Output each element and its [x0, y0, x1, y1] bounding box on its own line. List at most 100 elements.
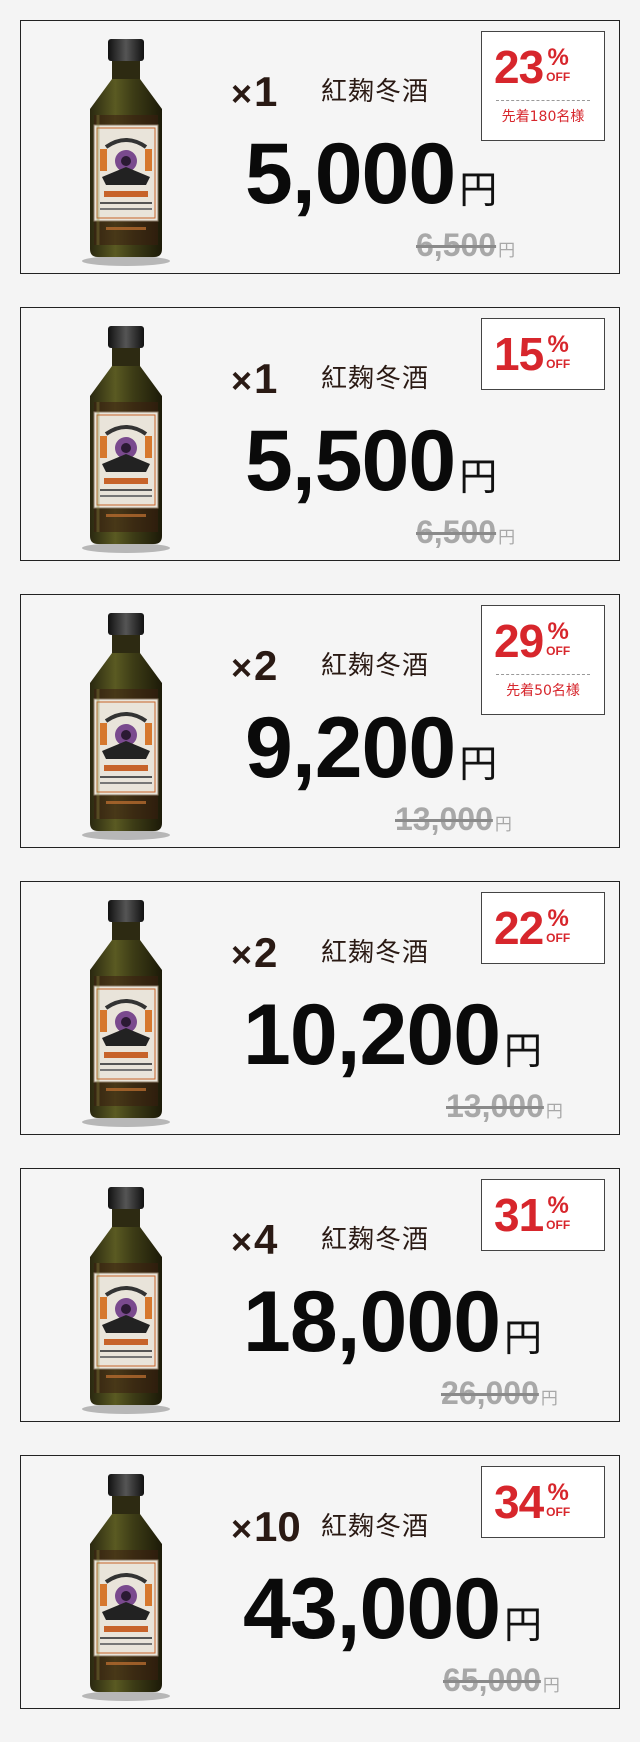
- off-label: OFF: [546, 1218, 571, 1232]
- quantity: ×10: [231, 1506, 301, 1548]
- quantity: ×2: [231, 932, 277, 974]
- bottle-image: [76, 896, 176, 1128]
- sale-price: 43,000 円: [243, 1566, 542, 1652]
- times-sign: ×: [231, 1508, 253, 1549]
- bottle-image: [76, 1183, 176, 1415]
- quantity-value: 10: [254, 1503, 301, 1550]
- discount-badge: 22% OFF: [481, 892, 605, 964]
- product-name: 紅麹冬酒: [321, 364, 430, 394]
- offer-card[interactable]: ×2 紅麹冬酒 9,200 円 13,000 円 29% OFF 先着50名様: [20, 594, 620, 848]
- yen-unit: 円: [504, 1029, 543, 1073]
- bottle-svg: [82, 613, 170, 840]
- original-price-value: 65,000: [443, 1662, 541, 1698]
- quantity-value: 2: [254, 929, 278, 976]
- sale-price: 10,200 円: [243, 992, 542, 1078]
- badge-divider: [496, 674, 590, 675]
- offer-card[interactable]: ×4 紅麹冬酒 18,000 円 26,000 円 31% OFF: [20, 1168, 620, 1422]
- sale-price-value: 5,500: [245, 413, 456, 509]
- discount-badge: 31% OFF: [481, 1179, 605, 1251]
- discount-row: 29% OFF: [494, 618, 570, 664]
- discount-value: 22: [494, 902, 544, 954]
- times-sign: ×: [231, 360, 253, 401]
- quantity: ×2: [231, 645, 277, 687]
- off-label: OFF: [546, 931, 571, 945]
- discount-row: 31% OFF: [494, 1192, 570, 1238]
- quantity-value: 1: [254, 355, 278, 402]
- percent-sign: %: [547, 44, 569, 71]
- bottle-image: [76, 609, 176, 841]
- off-label: OFF: [546, 1505, 571, 1519]
- original-yen-unit: 円: [494, 815, 512, 835]
- discount-value: 23: [494, 41, 544, 93]
- original-price-value: 6,500: [416, 227, 497, 263]
- original-yen-unit: 円: [540, 1389, 558, 1409]
- original-yen-unit: 円: [498, 528, 516, 548]
- sale-price: 9,200 円: [245, 705, 497, 791]
- original-price: 26,000 円: [441, 1377, 558, 1409]
- sale-price-value: 5,000: [245, 126, 456, 222]
- yen-unit: 円: [459, 455, 498, 499]
- sale-price-value: 43,000: [243, 1561, 501, 1657]
- discount-badge: 15% OFF: [481, 318, 605, 390]
- discount-badge: 23% OFF 先着180名様: [481, 31, 605, 141]
- original-yen-unit: 円: [542, 1676, 560, 1696]
- quantity-value: 2: [254, 642, 278, 689]
- quantity: ×1: [231, 71, 277, 113]
- bottle-svg: [82, 900, 170, 1127]
- off-label: OFF: [546, 70, 571, 84]
- sale-price-value: 9,200: [245, 700, 456, 796]
- discount-value: 31: [494, 1189, 544, 1241]
- product-name: 紅麹冬酒: [321, 651, 430, 681]
- times-sign: ×: [231, 647, 253, 688]
- discount-badge: 29% OFF 先着50名様: [481, 605, 605, 715]
- offer-card[interactable]: ×1 紅麹冬酒 5,000 円 6,500 円 23% OFF 先着180名様: [20, 20, 620, 274]
- badge-divider: [496, 100, 590, 101]
- discount-row: 15% OFF: [494, 331, 570, 377]
- yen-unit: 円: [504, 1603, 543, 1647]
- percent-sign: %: [547, 1192, 569, 1219]
- discount-row: 22% OFF: [494, 905, 570, 951]
- yen-unit: 円: [504, 1316, 543, 1360]
- product-name: 紅麹冬酒: [321, 1512, 430, 1542]
- original-price: 13,000 円: [395, 803, 512, 835]
- original-price-value: 13,000: [395, 801, 493, 837]
- percent-sign: %: [547, 331, 569, 358]
- product-name: 紅麹冬酒: [321, 938, 430, 968]
- off-label: OFF: [546, 357, 571, 371]
- discount-value: 29: [494, 615, 544, 667]
- sale-price: 18,000 円: [243, 1279, 542, 1365]
- discount-value: 15: [494, 328, 544, 380]
- product-name: 紅麹冬酒: [321, 1225, 430, 1255]
- yen-unit: 円: [459, 168, 498, 212]
- times-sign: ×: [231, 73, 253, 114]
- original-price: 13,000 円: [446, 1090, 563, 1122]
- bottle-svg: [82, 1187, 170, 1414]
- offer-card[interactable]: ×1 紅麹冬酒 5,500 円 6,500 円 15% OFF: [20, 307, 620, 561]
- sale-price: 5,000 円: [245, 131, 497, 217]
- bottle-image: [76, 322, 176, 554]
- original-price: 65,000 円: [443, 1664, 560, 1696]
- original-price-value: 26,000: [441, 1375, 539, 1411]
- percent-sign: %: [547, 905, 569, 932]
- offer-card[interactable]: ×10 紅麹冬酒 43,000 円 65,000 円 34% OFF: [20, 1455, 620, 1709]
- original-price-value: 13,000: [446, 1088, 544, 1124]
- times-sign: ×: [231, 1221, 253, 1262]
- bottle-svg: [82, 326, 170, 553]
- quantity-value: 4: [254, 1216, 278, 1263]
- offer-card[interactable]: ×2 紅麹冬酒 10,200 円 13,000 円 22% OFF: [20, 881, 620, 1135]
- sale-price-value: 10,200: [243, 987, 501, 1083]
- bottle-svg: [82, 1474, 170, 1701]
- off-label: OFF: [546, 644, 571, 658]
- product-name: 紅麹冬酒: [321, 77, 430, 107]
- discount-row: 23% OFF: [494, 44, 570, 90]
- original-yen-unit: 円: [545, 1102, 563, 1122]
- times-sign: ×: [231, 934, 253, 975]
- bottle-image: [76, 1470, 176, 1702]
- percent-sign: %: [547, 1479, 569, 1506]
- original-price-value: 6,500: [416, 514, 497, 550]
- yen-unit: 円: [459, 742, 498, 786]
- original-price: 6,500 円: [416, 229, 515, 261]
- limited-quantity-note: 先着50名様: [506, 683, 580, 699]
- percent-sign: %: [547, 618, 569, 645]
- bottle-svg: [82, 39, 170, 266]
